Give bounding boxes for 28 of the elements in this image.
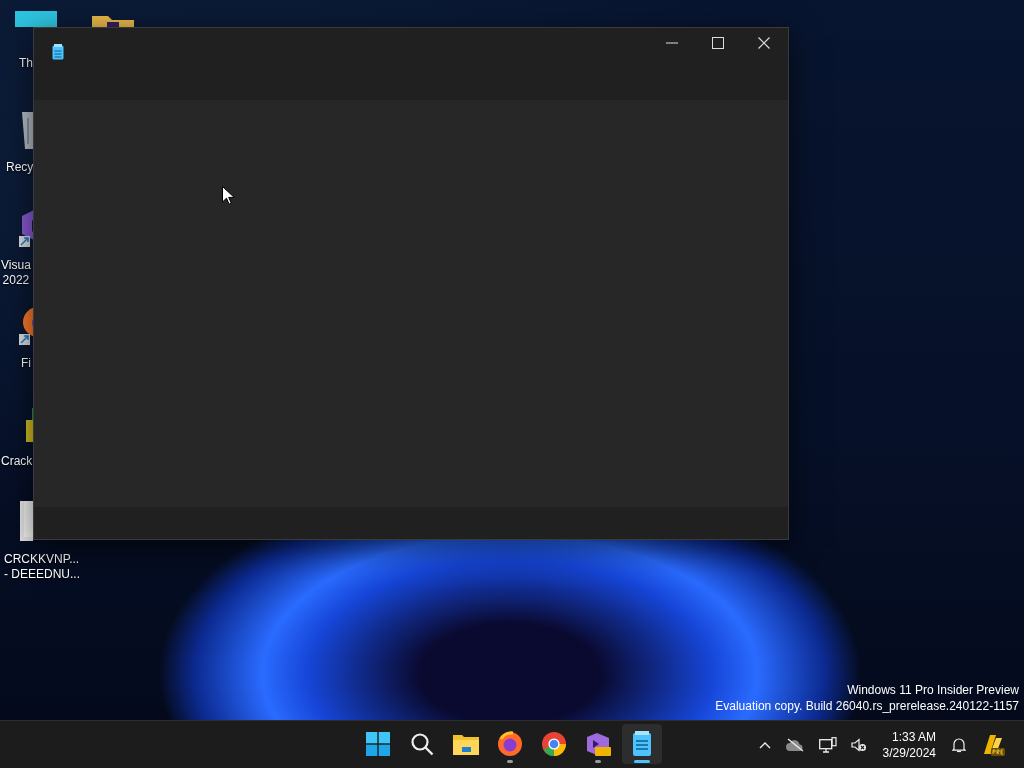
icon-label: Recy (6, 160, 34, 175)
firefox-icon[interactable] (497, 731, 523, 757)
mouse-pointer-icon (222, 186, 234, 205)
visual-studio-icon[interactable] (585, 731, 611, 757)
chevron-up-icon[interactable] (758, 740, 771, 749)
search-icon[interactable] (410, 732, 434, 756)
monitor-icon[interactable] (818, 736, 837, 753)
icon-label: Visua 2022 (1, 258, 31, 288)
clock[interactable]: 1:33 AM 3/29/2024 (880, 728, 938, 761)
notepad-icon (52, 44, 64, 60)
document-icon[interactable] (18, 500, 33, 542)
windows-logo-icon[interactable] (366, 732, 390, 756)
icon-label: CRCKKVNP... - DEEEDNU... (4, 552, 80, 582)
monitor-icon[interactable] (14, 10, 58, 27)
close-icon[interactable] (758, 37, 770, 49)
speaker-muted-icon[interactable] (850, 737, 867, 752)
notepad-icon[interactable] (632, 731, 652, 757)
icon-label: Fi (21, 356, 31, 371)
watermark-text: Evaluation copy. Build 26040.rs_prerelease.240122-1157 (715, 698, 1019, 714)
bell-icon[interactable] (952, 736, 966, 753)
icon-label: Th (19, 56, 33, 71)
watermark-text: Windows 11 Pro Insider Preview (846, 682, 1019, 698)
chrome-icon[interactable] (541, 731, 567, 757)
icon-label: Crack (1, 454, 33, 469)
taskbar-button[interactable] (622, 724, 662, 764)
cloud-off-icon[interactable] (784, 737, 805, 752)
folder-icon[interactable] (453, 733, 479, 755)
maximize-icon[interactable] (712, 37, 724, 49)
